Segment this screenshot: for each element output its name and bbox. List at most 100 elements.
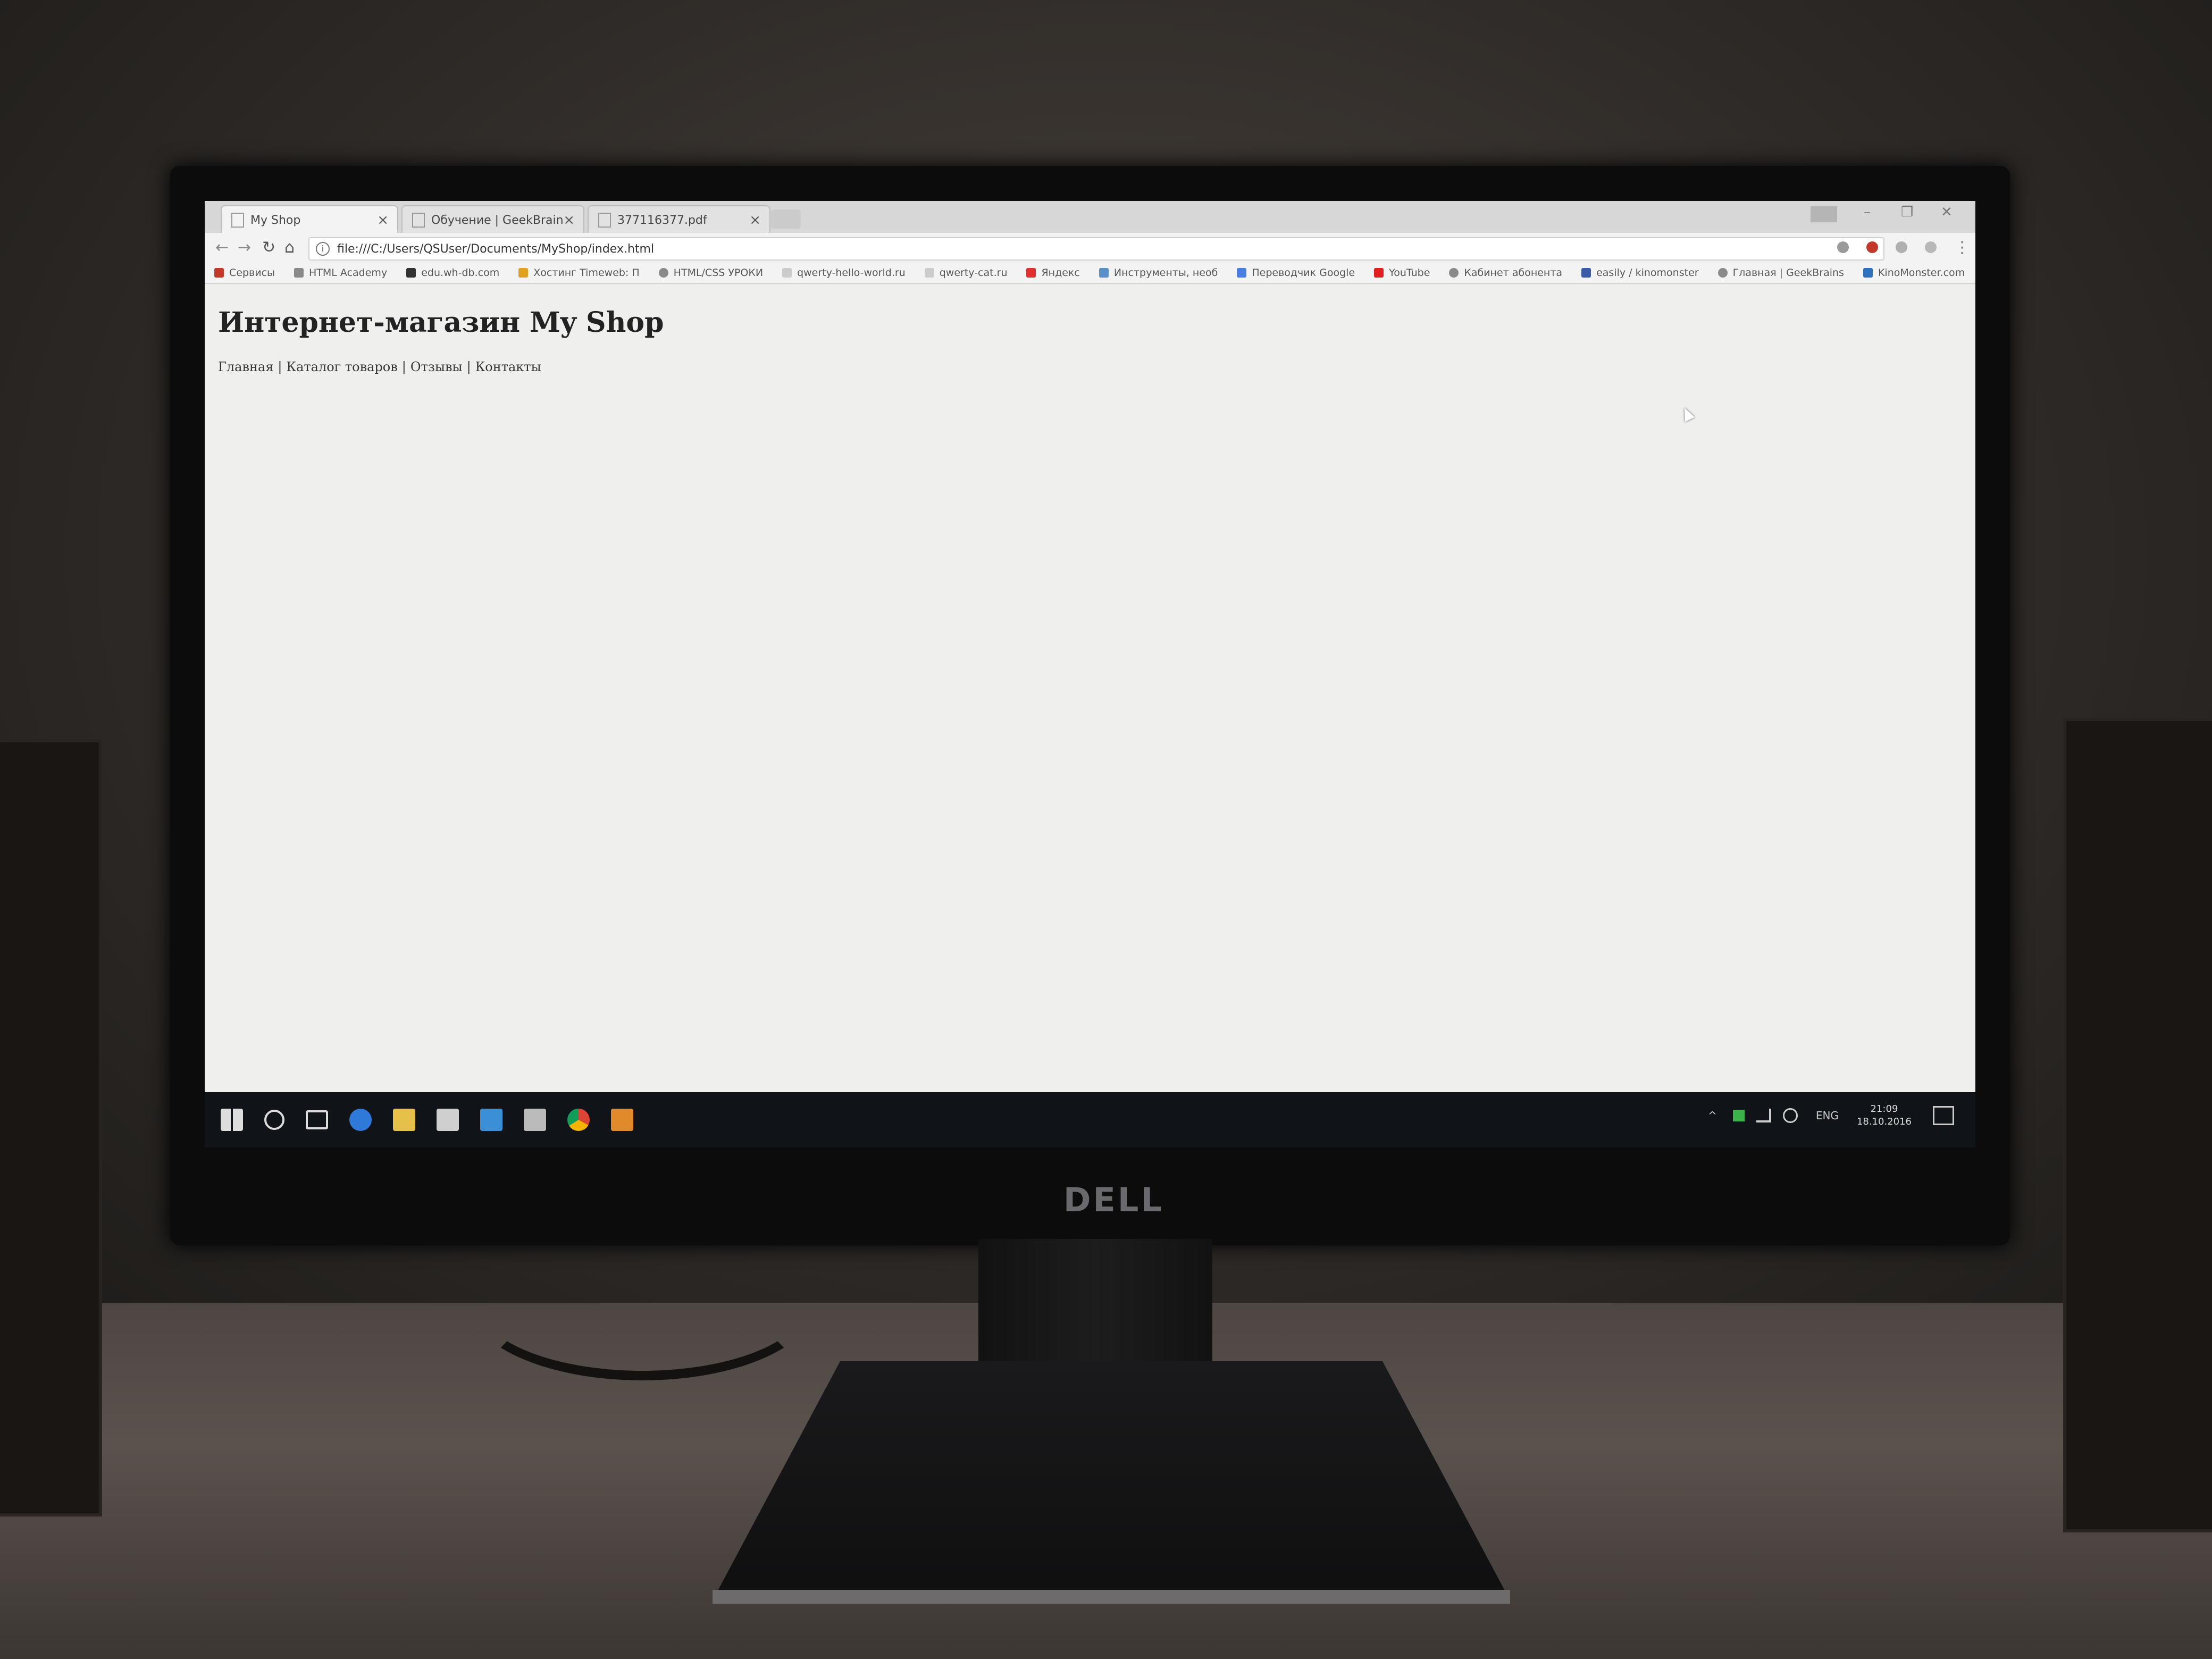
edge-browser-icon[interactable] — [349, 1109, 372, 1131]
sublime-text-icon[interactable] — [611, 1109, 633, 1131]
extension-icon[interactable] — [1837, 241, 1849, 253]
address-bar[interactable]: i file:///C:/Users/QSUser/Documents/MySh… — [308, 237, 1884, 261]
windows-start-icon[interactable] — [221, 1109, 243, 1131]
search-icon[interactable] — [264, 1110, 284, 1130]
dell-logo: DELL — [1063, 1180, 1164, 1219]
bookmark-qwerty-cat[interactable]: qwerty-cat.ru — [924, 267, 1007, 279]
maximize-icon[interactable]: ❐ — [1901, 204, 1913, 220]
close-icon[interactable]: × — [377, 212, 389, 228]
bookmark-icon — [518, 268, 529, 278]
yandex-icon — [1026, 268, 1036, 278]
bookmark-icon — [294, 268, 304, 278]
tab-label: Обучение | GeekBrains — [431, 213, 564, 227]
nav-separator: | — [466, 359, 471, 374]
bookmark-subscriber-cabinet[interactable]: Кабинет абонента — [1449, 267, 1562, 279]
chrome-icon[interactable] — [567, 1109, 590, 1131]
tab-my-shop[interactable]: My Shop × — [221, 205, 398, 234]
bookmark-icon — [406, 268, 416, 278]
app-icon[interactable] — [480, 1109, 502, 1131]
bookmark-qwerty-hello-world[interactable]: qwerty-hello-world.ru — [782, 267, 906, 279]
chevron-up-icon[interactable]: ^ — [1708, 1109, 1717, 1122]
bookmark-google-translate[interactable]: Переводчик Google — [1237, 267, 1355, 279]
tab-pdf[interactable]: 377116377.pdf × — [588, 205, 770, 234]
new-tab-button[interactable] — [771, 210, 801, 229]
nav-separator: | — [401, 359, 406, 374]
account-extension-icon[interactable] — [1925, 241, 1937, 253]
shield-extension-icon[interactable] — [1866, 241, 1878, 253]
monitor-cable — [468, 1223, 817, 1380]
globe-icon — [658, 268, 668, 278]
calculator-icon[interactable] — [524, 1109, 546, 1131]
monitor-stand-edge — [713, 1590, 1510, 1604]
file-explorer-icon[interactable] — [393, 1109, 415, 1131]
bookmark-services[interactable]: Сервисы — [214, 267, 275, 279]
apps-icon — [214, 268, 224, 278]
language-indicator[interactable]: ENG — [1816, 1109, 1839, 1122]
clock[interactable]: 21:09 18.10.2016 — [1857, 1103, 1912, 1128]
bookmark-yandex[interactable]: Яндекс — [1026, 267, 1080, 279]
bookmark-icon — [1863, 268, 1873, 278]
left-speaker — [0, 739, 102, 1516]
profile-button[interactable] — [1811, 206, 1837, 222]
network-icon[interactable] — [1756, 1109, 1771, 1122]
system-tray: ^ ENG 21:09 18.10.2016 — [1708, 1103, 1954, 1128]
filter-extension-icon[interactable] — [1896, 241, 1907, 253]
bookmark-html-css-lessons[interactable]: HTML/CSS УРОКИ — [658, 267, 763, 279]
nav-link-reviews[interactable]: Отзывы — [410, 359, 463, 374]
close-icon[interactable]: × — [749, 212, 761, 228]
nav-separator: | — [278, 359, 282, 374]
home-icon[interactable]: ⌂ — [284, 238, 295, 257]
bookmark-icon — [1581, 268, 1591, 278]
bookmarks-bar: Сервисы HTML Academy edu.wh-db.com Хости… — [205, 263, 1975, 284]
task-view-icon[interactable] — [306, 1110, 328, 1129]
page-icon — [231, 213, 244, 228]
notifications-icon[interactable] — [1933, 1106, 1954, 1125]
close-window-icon[interactable]: ✕ — [1941, 204, 1953, 220]
tools-icon — [1099, 268, 1109, 278]
nav-link-catalog[interactable]: Каталог товаров — [287, 359, 398, 374]
security-icon[interactable] — [1732, 1110, 1745, 1121]
address-url: file:///C:/Users/QSUser/Documents/MyShop… — [337, 242, 655, 256]
right-speaker — [2063, 718, 2212, 1532]
info-icon[interactable]: i — [316, 242, 330, 256]
bookmark-kinomonster[interactable]: easily / kinomonster — [1581, 267, 1699, 279]
minimize-icon[interactable]: – — [1864, 204, 1871, 220]
page-viewport: Интернет-магазин My Shop Главная | Каталог… — [205, 285, 1975, 1092]
nav-link-contacts[interactable]: Контакты — [475, 359, 541, 374]
clock-time: 21:09 — [1870, 1103, 1898, 1115]
page-title: Интернет-магазин My Shop — [218, 306, 664, 339]
bookmark-edu-wh-db[interactable]: edu.wh-db.com — [406, 267, 499, 279]
bookmark-geekbrains-home[interactable]: Главная | GeekBrains — [1717, 267, 1844, 279]
menu-icon[interactable]: ⋮ — [1954, 238, 1970, 257]
mouse-cursor-icon — [1679, 405, 1695, 422]
translate-icon — [1237, 268, 1247, 278]
tab-geekbrains[interactable]: Обучение | GeekBrains × — [401, 205, 584, 234]
windows-taskbar: ^ ENG 21:09 18.10.2016 — [205, 1092, 1975, 1147]
clock-date: 18.10.2016 — [1856, 1116, 1912, 1127]
tab-label: My Shop — [250, 213, 301, 227]
page-icon — [924, 268, 934, 278]
bookmark-tools[interactable]: Инструменты, необ — [1099, 267, 1218, 279]
reload-icon[interactable]: ↻ — [262, 238, 275, 257]
back-arrow-icon[interactable]: ← — [215, 238, 229, 257]
tab-label: 377116377.pdf — [617, 213, 707, 227]
page-icon — [412, 213, 425, 228]
close-icon[interactable]: × — [563, 212, 575, 228]
bookmark-timeweb[interactable]: Хостинг Timeweb: П — [518, 267, 640, 279]
site-nav: Главная | Каталог товаров | Отзывы | Контакты — [218, 359, 541, 374]
nav-link-home[interactable]: Главная — [218, 359, 273, 374]
volume-icon[interactable] — [1782, 1108, 1798, 1123]
bookmark-html-academy[interactable]: HTML Academy — [294, 267, 387, 279]
globe-icon — [1449, 268, 1459, 278]
browser-toolbar: ← → ↻ ⌂ i file:///C:/Users/QSUser/Docume… — [205, 233, 1975, 263]
tab-strip: My Shop × Обучение | GeekBrains × 377116… — [205, 201, 1975, 234]
youtube-icon — [1374, 268, 1384, 278]
monitor-stand-base — [713, 1361, 1510, 1601]
bookmark-kinomonster-com[interactable]: KinoMonster.com — [1863, 267, 1965, 279]
globe-icon — [1717, 268, 1728, 278]
monitor-screen: My Shop × Обучение | GeekBrains × 377116… — [205, 201, 1975, 1147]
page-icon — [782, 268, 792, 278]
store-icon[interactable] — [437, 1109, 459, 1131]
forward-arrow-icon[interactable]: → — [238, 238, 251, 257]
bookmark-youtube[interactable]: YouTube — [1374, 267, 1430, 279]
